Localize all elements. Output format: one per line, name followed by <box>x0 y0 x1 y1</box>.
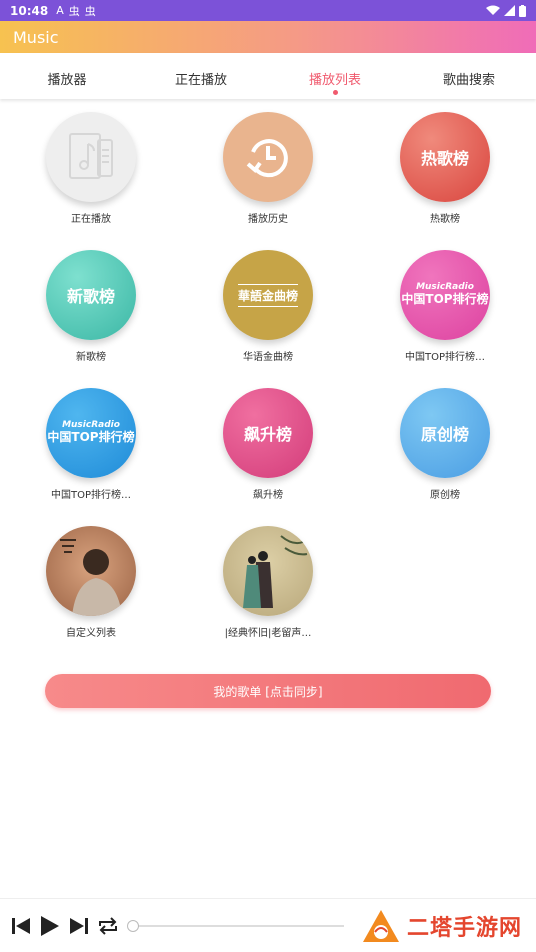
playlist-label: 播放历史 <box>248 214 288 225</box>
playlist-item-chinese-gold[interactable]: 華語金曲榜 华语金曲榜 <box>182 250 354 388</box>
tab-bar: 播放器 正在播放 播放列表 歌曲搜索 <box>0 53 536 99</box>
wifi-icon <box>486 5 500 15</box>
playlist-cover: MusicRadio 中国TOP排行榜 <box>400 250 490 340</box>
tab-song-search[interactable]: 歌曲搜索 <box>402 53 536 99</box>
playlist-item-original[interactable]: 原创榜 原创榜 <box>354 388 536 526</box>
clock: 10:48 <box>10 3 49 18</box>
notification-icon: 虫 <box>84 4 96 18</box>
seek-bar[interactable] <box>127 919 344 932</box>
player-bar: 二塔手游网 <box>0 898 536 952</box>
active-tab-indicator <box>332 90 338 95</box>
cover-text: 新歌榜 <box>66 287 115 306</box>
signal-icon <box>504 5 515 16</box>
playlist-item-new[interactable]: 新歌榜 新歌榜 <box>0 250 182 388</box>
playlist-label: 新歌榜 <box>76 352 106 363</box>
playlist-grid: 正在播放 播放历史 热歌榜 热歌榜 新歌榜 新歌榜 華語金曲榜 华语金曲榜 Mu… <box>0 112 536 664</box>
playlist-label: 华语金曲榜 <box>243 352 293 363</box>
site-logo-icon <box>362 909 399 942</box>
playlist-cover <box>223 526 313 616</box>
playlist-cover: 華語金曲榜 <box>223 250 313 340</box>
seek-knob[interactable] <box>127 919 139 932</box>
playlist-label: 中国TOP排行榜… <box>404 352 485 363</box>
playlist-label: 飙升榜 <box>253 490 283 501</box>
skip-previous-icon <box>12 917 30 934</box>
playlist-cover <box>223 112 313 202</box>
cover-text: 華語金曲榜 <box>237 283 298 307</box>
playlist-cover <box>46 526 136 616</box>
watermark: 二塔手游网 <box>361 908 522 944</box>
playlist-label: |经典怀旧|老留声… <box>224 628 312 639</box>
artist-portrait-icon <box>60 539 122 616</box>
playlist-cover: 热歌榜 <box>400 112 490 202</box>
notification-icon: A <box>56 4 64 17</box>
tab-label: 播放列表 <box>308 73 361 88</box>
playlist-cover: MusicRadio 中国TOP排行榜 <box>46 388 136 478</box>
repeat-button[interactable] <box>95 913 121 939</box>
play-button[interactable] <box>37 913 63 939</box>
playlist-cover: 新歌榜 <box>46 250 136 340</box>
playlist-label: 热歌榜 <box>430 214 460 225</box>
skip-next-icon <box>70 917 88 934</box>
cover-text: 飙升榜 <box>243 425 292 444</box>
tab-now-playing[interactable]: 正在播放 <box>134 53 268 99</box>
playlist-cover: 飙升榜 <box>223 388 313 478</box>
notification-icon: 虫 <box>68 4 80 18</box>
playlist-label: 中国TOP排行榜… <box>50 490 131 501</box>
sync-playlist-button[interactable]: 我的歌单 [点击同步] <box>45 674 491 708</box>
playlist-item-china-top[interactable]: MusicRadio 中国TOP排行榜 中国TOP排行榜… <box>354 250 536 388</box>
cover-text: 热歌榜 <box>420 149 469 168</box>
playlist-item-custom[interactable]: 自定义列表 <box>0 526 182 664</box>
cover-text: 中国TOP排行榜 <box>401 292 489 307</box>
playlist-item-china-top-2[interactable]: MusicRadio 中国TOP排行榜 中国TOP排行榜… <box>0 388 182 526</box>
tab-playlists[interactable]: 播放列表 <box>268 53 402 99</box>
playlist-label: 正在播放 <box>71 214 111 225</box>
battery-icon <box>519 4 526 17</box>
repeat-icon <box>99 916 117 935</box>
app-title: Music <box>13 27 59 47</box>
previous-button[interactable] <box>8 913 34 939</box>
cover-text: 原创榜 <box>420 425 469 444</box>
music-note-icon <box>69 133 113 179</box>
playlist-item-hot[interactable]: 热歌榜 热歌榜 <box>354 112 536 250</box>
playlist-item-history[interactable]: 播放历史 <box>182 112 354 250</box>
playlist-cover: 原创榜 <box>400 388 490 478</box>
playlist-label: 原创榜 <box>430 490 460 501</box>
play-icon <box>41 915 59 936</box>
playlist-label: 自定义列表 <box>66 628 116 639</box>
couple-illustration-icon <box>243 535 308 608</box>
playlist-item-now-playing[interactable]: 正在播放 <box>0 112 182 250</box>
status-bar: 10:48 A 虫 虫 <box>0 0 536 21</box>
app-bar: Music <box>0 21 536 53</box>
history-clock-icon <box>246 139 288 178</box>
watermark-text: 二塔手游网 <box>406 915 522 941</box>
playlist-item-rising[interactable]: 飙升榜 飙升榜 <box>182 388 354 526</box>
cover-text: 中国TOP排行榜 <box>47 430 135 445</box>
tab-player[interactable]: 播放器 <box>0 53 134 99</box>
playlist-item-classic-nostalgia[interactable]: |经典怀旧|老留声… <box>182 526 354 664</box>
playlist-cover <box>46 112 136 202</box>
next-button[interactable] <box>66 913 92 939</box>
